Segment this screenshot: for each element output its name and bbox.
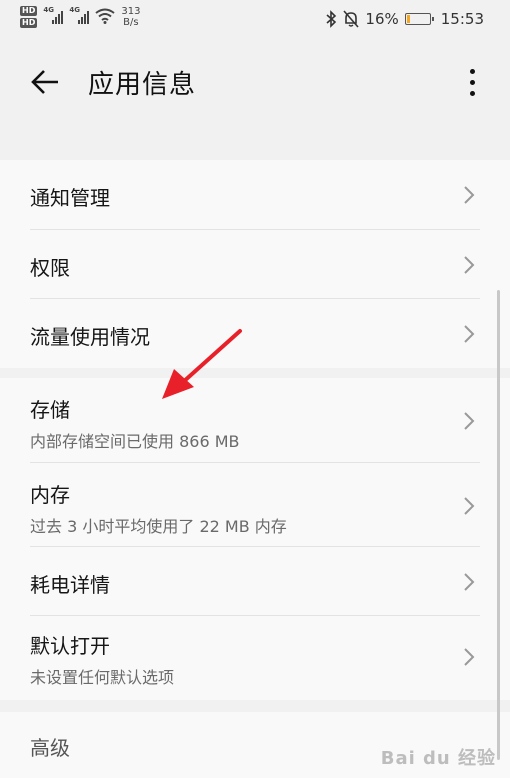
item-label: 通知管理 <box>30 186 110 210</box>
chevron-right-icon <box>464 325 475 343</box>
item-label: 高级 <box>30 736 70 760</box>
network-speed: 313 B/s <box>121 6 141 28</box>
status-right: 16% 15:53 <box>325 10 484 28</box>
battery-percent: 16% <box>365 10 399 28</box>
item-subtitle: 过去 3 小时平均使用了 22 MB 内存 <box>30 517 287 536</box>
item-label: 默认打开 <box>30 634 110 658</box>
list-item-memory[interactable]: 内存 过去 3 小时平均使用了 22 MB 内存 <box>0 463 510 547</box>
battery-icon <box>404 13 434 25</box>
hd-badge: HD <box>20 6 38 16</box>
chevron-right-icon <box>464 412 475 430</box>
list-item-open-by-default[interactable]: 默认打开 未设置任何默认选项 <box>0 616 510 700</box>
settings-group-2: 存储 内部存储空间已使用 866 MB 内存 过去 3 小时平均使用了 22 M… <box>0 378 510 700</box>
chevron-right-icon <box>464 573 475 591</box>
item-label: 内存 <box>30 483 70 507</box>
chevron-right-icon <box>464 186 475 204</box>
arrow-left-icon[interactable] <box>28 64 64 100</box>
chevron-right-icon <box>464 648 475 666</box>
status-bar: HD HD 4G 4G 313 B/s 16% 15:53 <box>0 0 510 40</box>
item-subtitle: 内部存储空间已使用 866 MB <box>30 432 240 451</box>
mute-icon <box>343 10 360 28</box>
list-item-notifications[interactable]: 通知管理 <box>0 160 510 230</box>
item-label: 耗电详情 <box>30 573 110 597</box>
list-item-storage[interactable]: 存储 内部存储空间已使用 866 MB <box>0 378 510 463</box>
settings-group-1: 通知管理 权限 流量使用情况 <box>0 160 510 368</box>
item-subtitle: 未设置任何默认选项 <box>30 668 175 687</box>
bluetooth-icon <box>326 10 337 28</box>
signal-icon: 4G <box>69 6 90 24</box>
wifi-icon <box>95 8 115 24</box>
more-vertical-icon[interactable] <box>460 64 484 100</box>
item-label: 存储 <box>30 398 70 422</box>
item-label: 流量使用情况 <box>30 325 150 349</box>
chevron-right-icon <box>464 256 475 274</box>
hd-badge: HD <box>20 18 38 28</box>
signal-icon: 4G <box>43 6 64 24</box>
list-item-data-usage[interactable]: 流量使用情况 <box>0 299 510 368</box>
status-left: HD HD 4G 4G 313 B/s <box>20 6 140 28</box>
list-item-battery-usage[interactable]: 耗电详情 <box>0 547 510 616</box>
page-title: 应用信息 <box>88 70 197 100</box>
watermark: Bai du 经验 <box>380 748 496 769</box>
item-label: 权限 <box>30 256 70 280</box>
list-item-permissions[interactable]: 权限 <box>0 230 510 299</box>
app-bar: 应用信息 <box>0 48 510 118</box>
hd-badges: HD HD <box>20 6 38 28</box>
scrollbar[interactable] <box>497 290 500 760</box>
annotation-arrow <box>162 329 242 399</box>
chevron-right-icon <box>464 497 475 515</box>
clock: 15:53 <box>440 10 484 28</box>
